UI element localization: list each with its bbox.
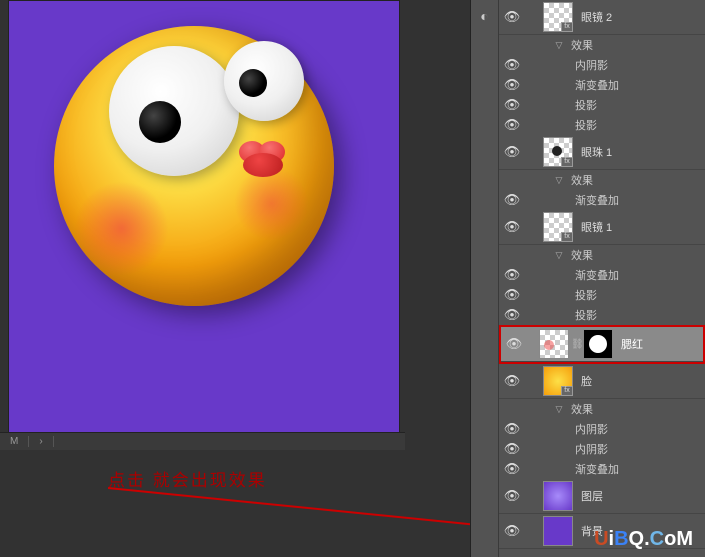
visibility-toggle[interactable]: 👁 <box>499 523 525 539</box>
fx-item[interactable]: 👁内阴影 <box>499 55 705 75</box>
layer-label: 腮红 <box>621 336 643 352</box>
blush-left <box>74 181 169 276</box>
layer-row-yanjing1[interactable]: 👁 fx 眼镜 1 <box>499 210 705 245</box>
fx-item[interactable]: 👁渐变叠加 <box>499 75 705 95</box>
layer-label: 眼镜 1 <box>581 219 612 235</box>
bw-adjustment-icon[interactable]: ◐ <box>471 0 498 32</box>
visibility-toggle[interactable]: 👁 <box>501 336 527 352</box>
tab-m[interactable]: M <box>0 436 29 447</box>
layer-mask-thumb[interactable] <box>583 329 613 359</box>
canvas[interactable] <box>8 0 400 445</box>
fx-item[interactable]: 👁渐变叠加 <box>499 459 705 479</box>
visibility-toggle[interactable]: 👁 <box>499 373 525 389</box>
visibility-toggle[interactable]: 👁 <box>499 9 525 25</box>
right-panels: ◐ 👁 fx 眼镜 2 ▽效果 👁内阴影 👁渐变叠加 👁投影 👁投影 👁 fx … <box>470 0 705 557</box>
visibility-toggle[interactable]: 👁 <box>499 144 525 160</box>
canvas-area: M › <box>0 0 405 450</box>
layer-thumb[interactable]: fx <box>543 137 573 167</box>
layer-row-yanzhu1[interactable]: 👁 fx 眼珠 1 <box>499 135 705 170</box>
fx-item[interactable]: 👁内阴影 <box>499 419 705 439</box>
fx-item[interactable]: 👁内阴影 <box>499 439 705 459</box>
layer-thumb[interactable]: fx <box>543 212 573 242</box>
layer-row-tuceng[interactable]: 👁 图层 <box>499 479 705 514</box>
fx-item[interactable]: 👁投影 <box>499 305 705 325</box>
layer-thumb[interactable] <box>539 329 569 359</box>
tool-strip: ◐ <box>471 0 499 557</box>
layer-row-lian[interactable]: 👁 fx 脸 <box>499 364 705 399</box>
layer-row-yanjing2[interactable]: 👁 fx 眼镜 2 <box>499 0 705 35</box>
visibility-toggle[interactable]: 👁 <box>499 219 525 235</box>
fx-item[interactable]: 👁渐变叠加 <box>499 265 705 285</box>
visibility-toggle[interactable]: 👁 <box>499 488 525 504</box>
fx-item[interactable]: 👁投影 <box>499 95 705 115</box>
fx-item[interactable]: 👁投影 <box>499 285 705 305</box>
eye-large <box>109 46 239 176</box>
document-tab-bar[interactable]: M › <box>0 432 405 450</box>
link-icon[interactable]: ⛓ <box>571 339 583 350</box>
fx-header[interactable]: ▽效果 <box>499 35 705 55</box>
layer-thumb[interactable]: fx <box>543 2 573 32</box>
selection-highlight: 👁 ⛓ 腮红 <box>499 325 705 364</box>
fx-item[interactable]: 👁投影 <box>499 115 705 135</box>
layer-thumb[interactable] <box>543 481 573 511</box>
watermark: UiBQ.CoM <box>594 528 693 551</box>
fx-header[interactable]: ▽效果 <box>499 245 705 265</box>
layer-thumb[interactable]: fx <box>543 366 573 396</box>
fx-item[interactable]: 👁渐变叠加 <box>499 190 705 210</box>
layer-label: 脸 <box>581 373 592 389</box>
mouth <box>239 141 294 181</box>
layer-label: 眼镜 2 <box>581 9 612 25</box>
layers-panel[interactable]: 👁 fx 眼镜 2 ▽效果 👁内阴影 👁渐变叠加 👁投影 👁投影 👁 fx 眼珠… <box>499 0 705 557</box>
layer-row-yanhong[interactable]: 👁 ⛓ 腮红 <box>501 327 703 362</box>
tab-arrow[interactable]: › <box>29 436 53 447</box>
fx-header[interactable]: ▽效果 <box>499 399 705 419</box>
annotation-text: 点击 就会出现效果 <box>108 466 267 491</box>
emoji-face <box>54 26 334 306</box>
layer-label: 图层 <box>581 488 603 504</box>
layer-thumb[interactable] <box>543 516 573 546</box>
pupil-small <box>239 69 267 97</box>
layer-label: 眼珠 1 <box>581 144 612 160</box>
pupil-large <box>139 101 181 143</box>
eye-small <box>224 41 304 121</box>
fx-header[interactable]: ▽效果 <box>499 170 705 190</box>
